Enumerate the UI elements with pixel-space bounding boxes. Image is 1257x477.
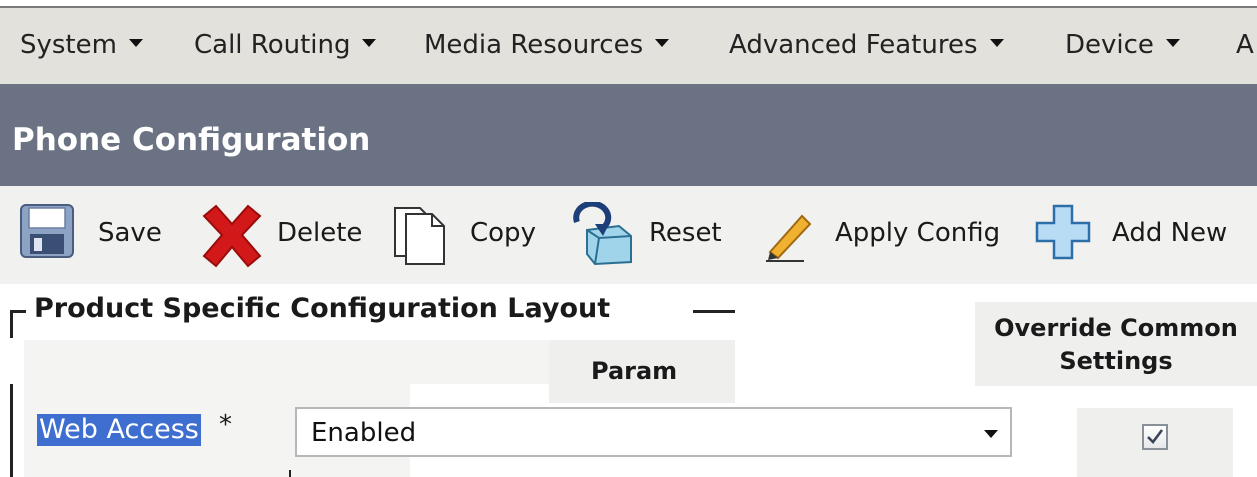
apply-config-icon[interactable] (764, 202, 814, 266)
override-header-line1: Override Common (994, 314, 1238, 342)
menu-device[interactable]: Device (1065, 30, 1180, 60)
menu-media-resources-label: Media Resources (424, 30, 644, 60)
section-legend: Product Specific Configuration Layout (34, 293, 611, 324)
chevron-down-icon (128, 38, 143, 47)
page-title: Phone Configuration (12, 122, 371, 158)
toolbar: Save Delete Copy Reset Apply Config Add … (0, 186, 1257, 284)
menu-application-label: A (1236, 30, 1254, 60)
override-column-header: Override Common Settings (975, 312, 1257, 378)
page-header: Phone Configuration (0, 84, 1257, 186)
override-common-settings-checkbox[interactable] (1142, 424, 1168, 450)
add-new-icon[interactable] (1033, 202, 1093, 266)
menu-advanced-features[interactable]: Advanced Features (729, 30, 1004, 60)
web-access-label: Web Access (37, 414, 201, 446)
param-column-header: Param (591, 357, 678, 385)
divider-tick (289, 470, 291, 477)
fieldset-border (693, 310, 735, 313)
required-marker: * (219, 410, 232, 440)
add-new-button[interactable]: Add New (1112, 218, 1227, 248)
menu-system-label: System (20, 30, 117, 60)
copy-icon[interactable] (392, 202, 448, 270)
reset-icon[interactable] (569, 200, 635, 272)
delete-icon[interactable] (198, 202, 266, 274)
delete-button[interactable]: Delete (277, 218, 362, 248)
menu-bar: System Call Routing Media Resources Adva… (0, 8, 1257, 84)
config-section: Product Specific Configuration Layout Pa… (0, 284, 1257, 477)
menu-application-truncated[interactable]: A (1236, 30, 1254, 60)
chevron-down-icon (1165, 38, 1180, 47)
fieldset-border (10, 310, 17, 338)
save-icon[interactable] (18, 202, 76, 264)
window-top-border (0, 0, 1257, 8)
menu-call-routing[interactable]: Call Routing (194, 30, 377, 60)
menu-advanced-features-label: Advanced Features (729, 30, 978, 60)
fieldset-border (10, 384, 13, 477)
menu-device-label: Device (1065, 30, 1154, 60)
chevron-down-icon (989, 38, 1004, 47)
chevron-down-icon (362, 38, 377, 47)
fieldset-border (10, 310, 26, 313)
save-button[interactable]: Save (98, 218, 162, 248)
checkmark-icon (1147, 429, 1164, 444)
apply-config-button[interactable]: Apply Config (835, 218, 1000, 248)
menu-system[interactable]: System (20, 30, 143, 60)
section-shade (24, 340, 549, 384)
override-header-line2: Settings (1059, 347, 1173, 375)
menu-media-resources[interactable]: Media Resources (424, 30, 670, 60)
copy-button[interactable]: Copy (470, 218, 536, 248)
web-access-value: Enabled (311, 418, 417, 448)
menu-call-routing-label: Call Routing (194, 30, 351, 60)
chevron-down-icon (984, 430, 998, 438)
web-access-select[interactable]: Enabled (295, 407, 1012, 457)
reset-button[interactable]: Reset (649, 218, 722, 248)
chevron-down-icon (655, 38, 670, 47)
